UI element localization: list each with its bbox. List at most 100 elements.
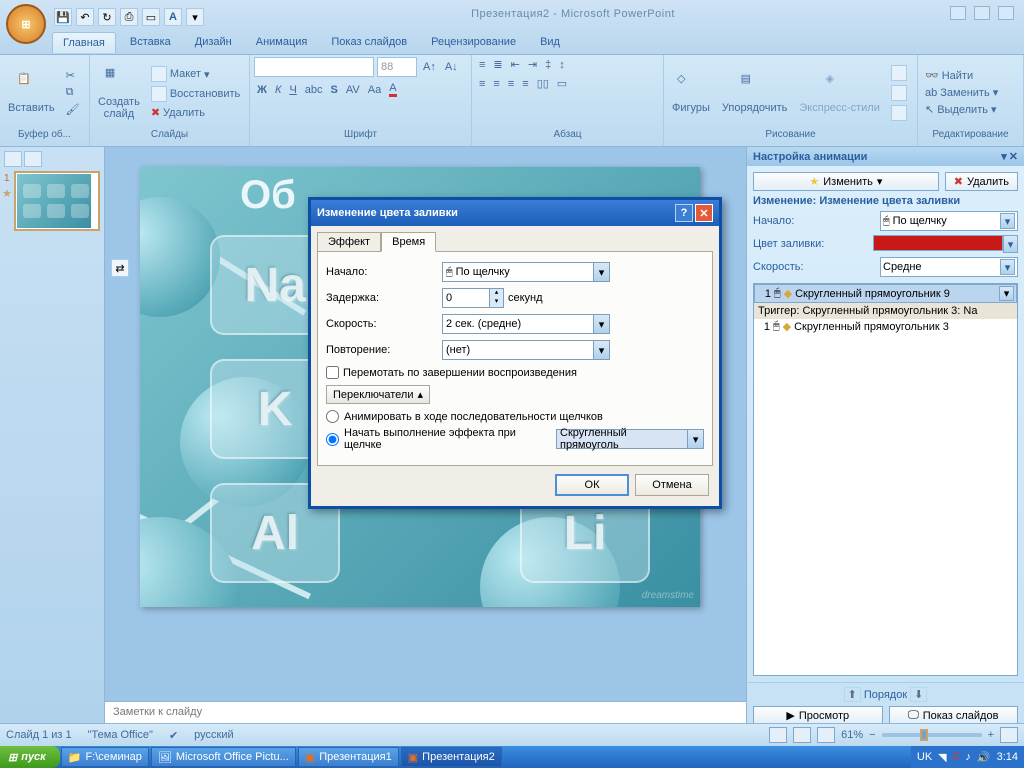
qat-more-icon[interactable]: ▾ bbox=[186, 8, 204, 26]
taskbar-item-picture-manager[interactable]: 🖼Microsoft Office Pictu... bbox=[151, 747, 296, 767]
shape-effects-button[interactable] bbox=[888, 104, 910, 122]
zoom-out-icon[interactable]: − bbox=[869, 729, 875, 741]
remove-effect-button[interactable]: ✖Удалить bbox=[945, 172, 1018, 191]
speed-combo[interactable]: Средне▾ bbox=[880, 257, 1018, 277]
align-center-button[interactable]: ≡ bbox=[490, 76, 502, 91]
taskbar-item-explorer[interactable]: 📁F:\семинар bbox=[61, 747, 149, 767]
underline-button[interactable]: Ч bbox=[286, 81, 299, 98]
dlg-speed-combo[interactable]: 2 сек. (средне)▾ bbox=[442, 314, 610, 334]
font-size-combo[interactable]: 88 bbox=[377, 57, 417, 77]
fill-color-dropdown[interactable]: ▾ bbox=[1003, 235, 1018, 253]
shrink-font-button[interactable]: A↓ bbox=[442, 57, 461, 77]
new-slide-button[interactable]: ▦ Создать слайд bbox=[94, 64, 144, 122]
start-button[interactable]: ⊞пуск bbox=[0, 746, 60, 768]
quick-styles-button[interactable]: ◈Экспресс-стили bbox=[795, 70, 883, 116]
start-combo[interactable]: 🖱По щелчку▾ bbox=[880, 211, 1018, 231]
grow-font-button[interactable]: A↑ bbox=[420, 57, 439, 77]
find-button[interactable]: 👓Найти bbox=[922, 68, 1001, 83]
shapes-button[interactable]: ◇Фигуры bbox=[668, 70, 714, 116]
zoom-percent[interactable]: 61% bbox=[841, 729, 863, 741]
dlg-triggers-toggle[interactable]: Переключатели▴ bbox=[326, 385, 430, 404]
shape-outline-button[interactable] bbox=[888, 84, 910, 102]
tab-insert[interactable]: Вставка bbox=[120, 32, 181, 53]
layout-button[interactable]: Макет▾ bbox=[148, 65, 243, 83]
tab-animation[interactable]: Анимация bbox=[246, 32, 318, 53]
format-painter-button[interactable]: 🖌 bbox=[63, 102, 83, 117]
dlg-delay-spinner[interactable]: 0▴▾ bbox=[442, 288, 504, 308]
dialog-help-icon[interactable]: ? bbox=[675, 204, 693, 222]
dlg-radio-onclick[interactable]: Начать выполнение эффекта при щелчке Скр… bbox=[326, 427, 704, 451]
panel-close-icon[interactable]: ✕ bbox=[1009, 150, 1018, 163]
undo-icon[interactable]: ↶ bbox=[76, 8, 94, 26]
maximize-button[interactable] bbox=[974, 6, 990, 20]
decrease-indent-button[interactable]: ⇤ bbox=[508, 57, 523, 72]
align-left-button[interactable]: ≡ bbox=[476, 76, 488, 91]
outline-tab-icon[interactable] bbox=[24, 151, 42, 167]
anim-item-2[interactable]: 1 🖱 ◆ Скругленный прямоугольник 3 bbox=[754, 319, 1017, 334]
tab-review[interactable]: Рецензирование bbox=[421, 32, 526, 53]
anim-item-1[interactable]: 1 🖱 ◆ Скругленный прямоугольник 9 ▾ bbox=[754, 284, 1017, 303]
dialog-tab-effect[interactable]: Эффект bbox=[317, 232, 381, 252]
shadow-button[interactable]: S bbox=[328, 81, 341, 98]
fit-window-icon[interactable] bbox=[1000, 727, 1018, 743]
zoom-in-icon[interactable]: + bbox=[988, 729, 994, 741]
tray-volume-icon[interactable]: 🔊 bbox=[977, 751, 991, 764]
bullets-button[interactable]: ≡ bbox=[476, 57, 488, 72]
dlg-rewind-checkbox[interactable]: Перемотать по завершении воспроизведения bbox=[326, 366, 704, 379]
paste-button[interactable]: 📋 Вставить bbox=[4, 70, 59, 116]
move-up-icon[interactable]: ⬆ bbox=[844, 687, 861, 702]
spellcheck-status-icon[interactable]: ✔ bbox=[169, 729, 178, 742]
char-spacing-button[interactable]: AV bbox=[343, 81, 363, 98]
dlg-repeat-combo[interactable]: (нет)▾ bbox=[442, 340, 610, 360]
fill-color-swatch[interactable] bbox=[873, 235, 1003, 251]
arrange-button[interactable]: ▤Упорядочить bbox=[718, 70, 791, 116]
dlg-trigger-object-combo[interactable]: Скругленный прямоуголь▾ bbox=[556, 429, 704, 449]
select-button[interactable]: ↖Выделить▾ bbox=[922, 102, 1001, 117]
language-indicator[interactable]: UK bbox=[917, 751, 932, 763]
convert-smartart-button[interactable]: ▭ bbox=[554, 76, 570, 91]
zoom-slider[interactable] bbox=[882, 733, 982, 737]
slides-tab-icon[interactable] bbox=[4, 151, 22, 167]
numbering-button[interactable]: ≣ bbox=[490, 57, 505, 72]
dialog-tab-timing[interactable]: Время bbox=[381, 232, 436, 252]
tray-icon[interactable]: ◥ bbox=[938, 751, 946, 764]
tab-view[interactable]: Вид bbox=[530, 32, 570, 53]
dlg-start-combo[interactable]: 🖱По щелчку▾ bbox=[442, 262, 610, 282]
bold-button[interactable]: Ж bbox=[254, 81, 270, 98]
language-status[interactable]: русский bbox=[194, 729, 233, 741]
change-effect-button[interactable]: ★Изменить▾ bbox=[753, 172, 939, 191]
tray-icon[interactable]: Z bbox=[953, 751, 960, 763]
move-down-icon[interactable]: ⬇ bbox=[910, 687, 927, 702]
sorter-view-icon[interactable] bbox=[793, 727, 811, 743]
office-button[interactable]: ⊞ bbox=[6, 4, 46, 44]
redo-icon[interactable]: ↻ bbox=[98, 8, 116, 26]
slide-thumbnail[interactable] bbox=[14, 171, 100, 231]
animation-list[interactable]: 1 🖱 ◆ Скругленный прямоугольник 9 ▾ Триг… bbox=[753, 283, 1018, 676]
system-tray[interactable]: UK ◥ Z ♪ 🔊 3:14 bbox=[911, 746, 1024, 768]
cut-button[interactable]: ✂ bbox=[63, 68, 83, 83]
slideshow-view-icon[interactable] bbox=[817, 727, 835, 743]
new-icon[interactable]: ▭ bbox=[142, 8, 160, 26]
font-color-button[interactable]: A bbox=[386, 81, 399, 98]
justify-button[interactable]: ≡ bbox=[519, 76, 531, 91]
copy-button[interactable]: ⧉ bbox=[63, 85, 83, 100]
reset-button[interactable]: Восстановить bbox=[148, 85, 243, 103]
item-menu-icon[interactable]: ▾ bbox=[999, 286, 1014, 301]
taskbar-item-pres2[interactable]: ▣Презентация2 bbox=[401, 747, 502, 767]
shape-fill-button[interactable] bbox=[888, 64, 910, 82]
text-direction-button[interactable]: ↕ bbox=[556, 57, 568, 72]
tab-home[interactable]: Главная bbox=[52, 32, 116, 53]
change-case-button[interactable]: Aa bbox=[365, 81, 384, 98]
increase-indent-button[interactable]: ⇥ bbox=[525, 57, 540, 72]
clock[interactable]: 3:14 bbox=[997, 751, 1018, 763]
align-right-button[interactable]: ≡ bbox=[505, 76, 517, 91]
strike-button[interactable]: abc bbox=[302, 81, 326, 98]
taskbar-item-pres1[interactable]: ▣Презентация1 bbox=[298, 747, 399, 767]
tab-design[interactable]: Дизайн bbox=[185, 32, 242, 53]
spellcheck-icon[interactable]: A bbox=[164, 8, 182, 26]
close-button[interactable] bbox=[998, 6, 1014, 20]
normal-view-icon[interactable] bbox=[769, 727, 787, 743]
dlg-radio-sequence[interactable]: Анимировать в ходе последовательности ще… bbox=[326, 410, 704, 423]
dialog-close-icon[interactable]: ✕ bbox=[695, 204, 713, 222]
minimize-button[interactable] bbox=[950, 6, 966, 20]
